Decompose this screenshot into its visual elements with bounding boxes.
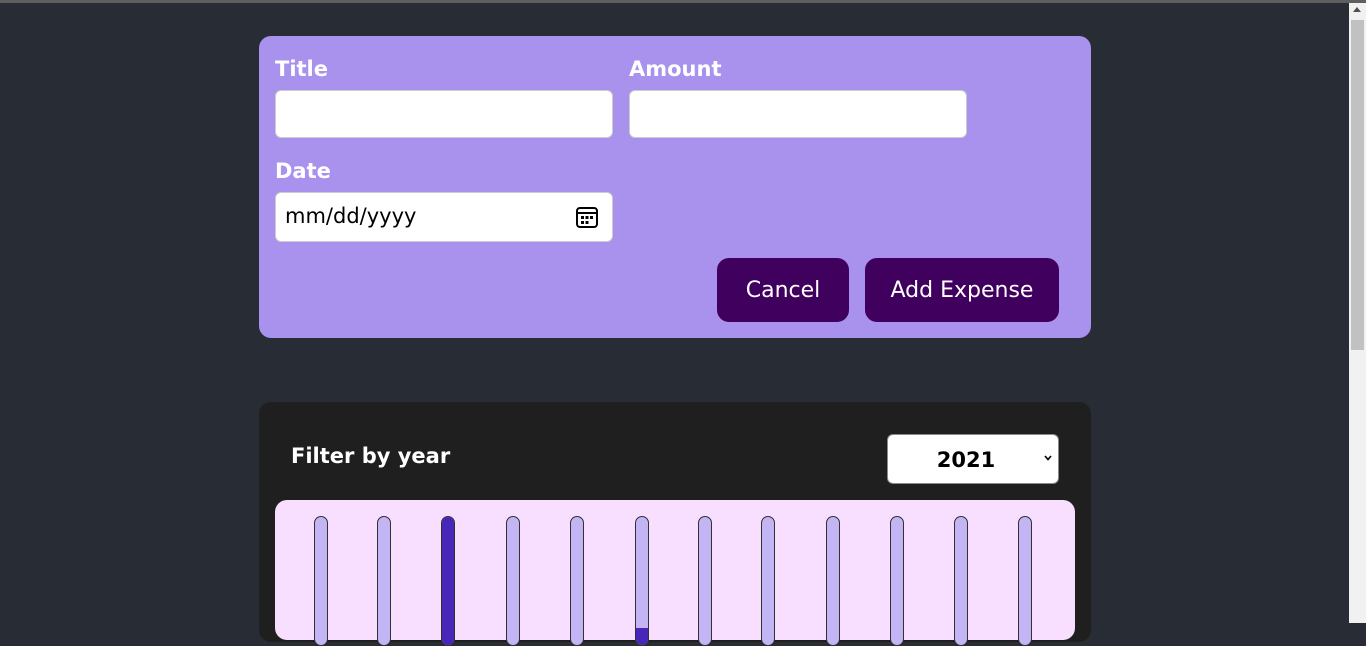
amount-label: Amount [629,57,722,81]
chart-bar [698,516,712,646]
chart-bar [506,516,520,646]
title-input[interactable] [275,90,613,138]
chart-bar [570,516,584,646]
chart-bar-fill [442,517,454,645]
calendar-icon[interactable] [575,205,599,229]
date-placeholder: mm/dd/yyyy [285,204,417,228]
filter-label: Filter by year [291,444,451,468]
cancel-button[interactable]: Cancel [717,258,849,322]
chart-bar [314,516,328,646]
chart-bar [635,516,649,646]
chart-bar [761,516,775,646]
add-expense-button[interactable]: Add Expense [865,258,1059,322]
chart-bar [826,516,840,646]
chart-bar [377,516,391,646]
chart-bar [954,516,968,646]
date-input[interactable]: mm/dd/yyyy [275,192,613,242]
year-select-value: 2021 [936,448,996,472]
title-label: Title [275,57,329,81]
chart-bar [1018,516,1032,646]
scrollbar-thumb[interactable] [1351,20,1364,350]
year-select[interactable]: 2021 [887,434,1059,484]
date-label: Date [275,159,331,183]
chevron-down-icon [1044,455,1052,461]
expenses-card: Filter by year 2021 [259,402,1091,646]
scroll-up-arrow-icon[interactable] [1353,7,1361,12]
chart-bar [890,516,904,646]
amount-input[interactable] [629,90,967,138]
expenses-chart [275,500,1075,646]
chart-bar [441,516,455,646]
new-expense-form: Title Amount Date mm/dd/yyyy Cancel Add … [259,36,1091,338]
window-top-border [0,0,1366,3]
chart-bar-fill [636,628,648,645]
